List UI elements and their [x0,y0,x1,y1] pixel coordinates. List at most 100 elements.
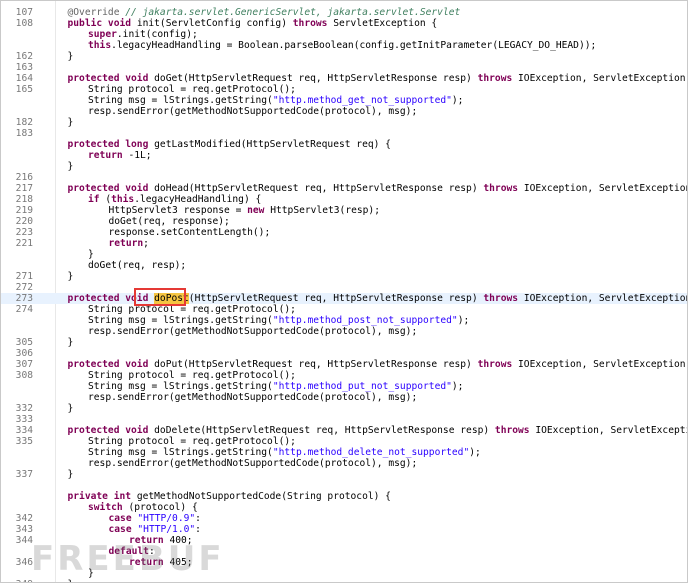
line-number: 182 [15,117,33,128]
code-line[interactable]: String msg = lStrings.getString("http.me… [1,95,687,106]
code-line[interactable]: 306 [1,348,687,359]
code-line[interactable]: private int getMethodNotSupportedCode(St… [1,491,687,502]
code-token: } [67,271,74,282]
code-token: doPut(HttpServletRequest req, HttpServle… [154,359,478,370]
code-line[interactable]: doGet(req, resp); [1,260,687,271]
code-token: throws [477,359,519,370]
code-line[interactable]: 334 protected void doDelete(HttpServletRe… [1,425,687,436]
code-token: String protocol = req.getProtocol(); [88,436,296,447]
code-line[interactable]: String msg = lStrings.getString("http.me… [1,381,687,392]
code-text: String msg = lStrings.getString("http.me… [88,95,463,106]
code-token: (protocol) { [128,502,198,513]
code-token: throws [477,73,519,84]
code-token: } [67,161,74,172]
code-token: protected void [67,425,155,436]
line-number: 218 [15,194,33,205]
code-token: } [67,117,74,128]
code-token: (HttpServletRequest req, HttpServletResp… [188,293,484,304]
code-line[interactable]: } [1,161,687,172]
code-line[interactable]: resp.sendError(getMethodNotSupportedCode… [1,392,687,403]
code-line[interactable]: 342 case "HTTP/0.9": [1,513,687,524]
code-text: String msg = lStrings.getString("http.me… [88,381,463,392]
code-line[interactable]: 218 if (this.legacyHeadHandling) { [1,194,687,205]
code-text: doGet(req, response); [109,216,230,227]
code-line[interactable] [1,480,687,491]
code-line[interactable]: 335 String protocol = req.getProtocol(); [1,436,687,447]
code-text: resp.sendError(getMethodNotSupportedCode… [88,392,417,403]
code-token: doGet(req, response); [108,216,230,227]
code-token: String protocol = req.getProtocol(); [88,370,296,381]
line-number: 162 [15,51,33,62]
code-line[interactable]: String msg = lStrings.getString("http.me… [1,315,687,326]
line-number: 273 [15,293,33,304]
code-line[interactable]: 343 case "HTTP/1.0": [1,524,687,535]
code-line[interactable]: 333 [1,414,687,425]
code-line[interactable]: 216 [1,172,687,183]
code-line[interactable]: 183 [1,128,687,139]
code-token: "http.method_put_not_supported" [272,381,452,392]
code-token: -1L; [128,150,152,161]
code-line[interactable]: 221 return; [1,238,687,249]
code-line[interactable]: return -1L; [1,150,687,161]
code-token: "http.method_get_not_supported" [272,95,452,106]
code-line[interactable]: resp.sendError(getMethodNotSupportedCode… [1,326,687,337]
code-line[interactable]: 307 protected void doPut(HttpServletReque… [1,359,687,370]
code-line[interactable]: 223 response.setContentLength(); [1,227,687,238]
line-number: 108 [15,18,33,29]
code-line[interactable]: 162} [1,51,687,62]
code-line[interactable]: 163 [1,62,687,73]
code-line[interactable]: 273 protected void doPost(HttpServletRequ… [1,293,687,304]
code-line[interactable]: protected long getLastModified(HttpServl… [1,139,687,150]
code-line[interactable]: 305} [1,337,687,348]
code-line[interactable]: 271} [1,271,687,282]
code-text: } [68,469,74,480]
code-line[interactable]: 349} [1,579,687,582]
code-line[interactable]: 182} [1,117,687,128]
code-text: case "HTTP/1.0": [109,524,201,535]
code-token: throws [494,425,536,436]
code-text: String protocol = req.getProtocol(); [88,436,296,447]
code-line[interactable]: 219 HttpServlet3 response = new HttpServl… [1,205,687,216]
code-line[interactable]: resp.sendError(getMethodNotSupportedCode… [1,458,687,469]
code-line[interactable]: } [1,249,687,260]
code-line[interactable]: 108 public void init(ServletConfig config… [1,18,687,29]
code-line[interactable]: super.init(config); [1,29,687,40]
code-text: if (this.legacyHeadHandling) { [88,194,261,205]
code-token: String msg = lStrings.getString( [88,315,273,326]
code-line[interactable]: 274 String protocol = req.getProtocol(); [1,304,687,315]
code-token: protected long [67,139,155,150]
code-line[interactable]: 308 String protocol = req.getProtocol(); [1,370,687,381]
code-line[interactable]: String msg = lStrings.getString("http.me… [1,447,687,458]
code-line[interactable]: 107 @Override // jakarta.servlet.GenericS… [1,7,687,18]
code-token: IOException, ServletException { [535,425,687,436]
code-line[interactable]: this.legacyHeadHandling = Boolean.parseB… [1,40,687,51]
code-token: switch [88,502,129,513]
code-line[interactable]: 220 doGet(req, response); [1,216,687,227]
code-line[interactable]: 272 [1,282,687,293]
code-text: response.setContentLength(); [109,227,271,238]
line-number: 308 [15,370,33,381]
line-number: 344 [15,535,33,546]
code-token: ServletException { [333,18,438,29]
code-line[interactable]: resp.sendError(getMethodNotSupportedCode… [1,106,687,117]
line-number: 223 [15,227,33,238]
code-token: protected void [67,73,155,84]
code-line[interactable]: 332} [1,403,687,414]
code-token: getLastModified(HttpServletRequest req) … [154,139,391,150]
code-line[interactable]: switch (protocol) { [1,502,687,513]
code-text: resp.sendError(getMethodNotSupportedCode… [88,458,417,469]
line-number: 306 [15,348,33,359]
code-line[interactable]: 217 protected void doHead(HttpServletRequ… [1,183,687,194]
code-text: } [68,271,74,282]
code-token: : [195,524,201,535]
code-text: switch (protocol) { [88,502,198,513]
code-line[interactable]: 337} [1,469,687,480]
code-token: "http.method_post_not_supported" [272,315,458,326]
code-token: IOException, ServletException { [523,183,688,194]
code-line[interactable]: 164 protected void doGet(HttpServletReque… [1,73,687,84]
code-text: } [68,337,74,348]
code-token: // jakarta.servlet.GenericServlet, jakar… [125,7,461,18]
code-line[interactable]: 165 String protocol = req.getProtocol(); [1,84,687,95]
code-editor[interactable]: 107 @Override // jakarta.servlet.GenericS… [0,0,688,583]
line-number: 221 [15,238,33,249]
